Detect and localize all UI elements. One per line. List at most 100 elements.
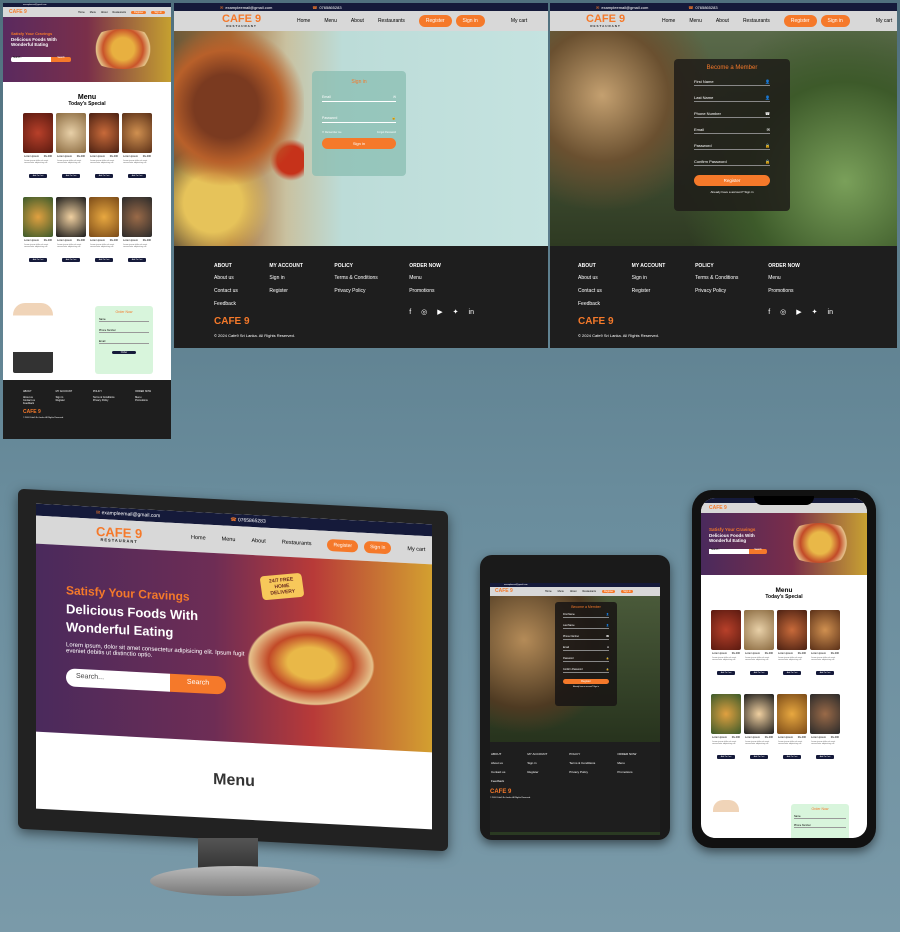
- footer-link[interactable]: Register: [269, 288, 303, 294]
- signin-button[interactable]: Sign in: [364, 540, 392, 555]
- youtube-icon[interactable]: ▶: [796, 308, 801, 316]
- add-to-cart-button[interactable]: Add To Cart: [128, 174, 146, 178]
- search-button[interactable]: Search: [51, 57, 71, 62]
- add-to-cart-button[interactable]: Add To Cart: [750, 671, 768, 675]
- nav-restaurants[interactable]: Restaurants: [743, 18, 770, 24]
- forgot-password-link[interactable]: Forgot Password: [377, 131, 396, 134]
- add-to-cart-button[interactable]: Add To Cart: [717, 755, 735, 759]
- order-button[interactable]: Order: [112, 351, 136, 354]
- password-field[interactable]: Password 🔒: [322, 116, 396, 123]
- logo[interactable]: CAFE 9 RESTAURANT: [586, 14, 625, 28]
- footer-link[interactable]: Contact us: [578, 288, 602, 294]
- nav-home[interactable]: Home: [191, 535, 206, 542]
- register-submit-button[interactable]: Register: [694, 175, 770, 186]
- logo[interactable]: CAFE 9: [9, 9, 27, 15]
- signin-button[interactable]: Sign in: [621, 590, 633, 593]
- register-field[interactable]: Confirm Password 🔒: [563, 668, 609, 673]
- footer-link[interactable]: Promotions: [409, 288, 484, 294]
- signin-submit-button[interactable]: Sign in: [322, 138, 396, 149]
- search-input[interactable]: Search...: [66, 668, 170, 692]
- footer-link[interactable]: About us: [214, 275, 238, 281]
- signin-button[interactable]: Sign in: [820, 15, 850, 27]
- nav-about[interactable]: About: [716, 18, 729, 24]
- linkedin-icon[interactable]: in: [828, 309, 833, 316]
- footer-link[interactable]: Feedback: [491, 779, 505, 783]
- add-to-cart-button[interactable]: Add To Cart: [816, 671, 834, 675]
- footer-link[interactable]: Sign in: [527, 761, 547, 765]
- email-field[interactable]: Email ✉: [322, 95, 396, 102]
- cart-link[interactable]: My cart: [407, 546, 425, 553]
- register-field[interactable]: Confirm Password 🔒: [694, 159, 770, 166]
- register-field[interactable]: First Name 👤: [563, 613, 609, 618]
- nav-home[interactable]: Home: [545, 590, 552, 593]
- footer-link[interactable]: Privacy Policy: [334, 288, 377, 294]
- instagram-icon[interactable]: ◎: [780, 308, 786, 316]
- nav-about[interactable]: About: [251, 538, 265, 545]
- nav-restaurants[interactable]: Restaurants: [378, 18, 405, 24]
- add-to-cart-button[interactable]: Add To Cart: [783, 755, 801, 759]
- footer-link[interactable]: Promotions: [135, 399, 151, 402]
- add-to-cart-button[interactable]: Add To Cart: [29, 174, 47, 178]
- register-button[interactable]: Register: [783, 15, 817, 27]
- register-field[interactable]: Last Name 👤: [563, 624, 609, 629]
- register-field[interactable]: First Name 👤: [694, 79, 770, 86]
- nav-restaurants[interactable]: Restaurants: [113, 11, 126, 14]
- add-to-cart-button[interactable]: Add To Cart: [816, 755, 834, 759]
- nav-about[interactable]: About: [351, 18, 364, 24]
- register-field[interactable]: Password 🔒: [694, 143, 770, 150]
- footer-link[interactable]: Menu: [617, 761, 636, 765]
- facebook-icon[interactable]: f: [409, 309, 411, 316]
- add-to-cart-button[interactable]: Add To Cart: [128, 258, 146, 262]
- search-button[interactable]: Search: [749, 549, 767, 554]
- search-input[interactable]: Search...: [709, 549, 749, 554]
- footer-link[interactable]: Contact us: [214, 288, 238, 294]
- order-phone-field[interactable]: Phone Number: [794, 824, 846, 828]
- nav-menu[interactable]: Menu: [689, 18, 702, 24]
- footer-link[interactable]: Feedback: [578, 301, 602, 307]
- logo[interactable]: CAFE 9 RESTAURANT: [222, 14, 261, 28]
- register-field[interactable]: Phone Number ☎: [694, 111, 770, 118]
- register-submit-button[interactable]: Register: [563, 679, 609, 684]
- footer-link[interactable]: Terms & Conditions: [569, 761, 595, 765]
- search-input[interactable]: Search...: [11, 57, 51, 62]
- nav-menu[interactable]: Menu: [324, 18, 337, 24]
- order-phone-field[interactable]: Phone Number: [99, 329, 149, 333]
- nav-restaurants[interactable]: Restaurants: [582, 590, 595, 593]
- footer-link[interactable]: Register: [632, 288, 666, 294]
- footer-link[interactable]: Privacy Policy: [93, 399, 115, 402]
- register-button[interactable]: Register: [131, 10, 147, 14]
- footer-link[interactable]: Feedback: [214, 301, 238, 307]
- footer-link[interactable]: Register: [56, 399, 73, 402]
- add-to-cart-button[interactable]: Add To Cart: [62, 258, 80, 262]
- order-email-field[interactable]: Email: [99, 340, 149, 344]
- youtube-icon[interactable]: ▶: [437, 308, 442, 316]
- remember-checkbox[interactable]: ☐ Remember me: [322, 131, 341, 134]
- signin-button[interactable]: Sign in: [455, 15, 485, 27]
- footer-link[interactable]: Contact us: [491, 770, 505, 774]
- register-button[interactable]: Register: [418, 15, 452, 27]
- register-button[interactable]: Register: [601, 590, 616, 593]
- order-name-field[interactable]: Name: [794, 815, 846, 819]
- register-field[interactable]: Email ✉: [563, 646, 609, 651]
- linkedin-icon[interactable]: in: [469, 309, 474, 316]
- signin-link[interactable]: Already have a account? Sign in: [563, 686, 609, 688]
- twitter-icon[interactable]: ✦: [812, 308, 818, 316]
- facebook-icon[interactable]: f: [768, 309, 770, 316]
- footer-link[interactable]: About us: [578, 275, 602, 281]
- add-to-cart-button[interactable]: Add To Cart: [62, 174, 80, 178]
- footer-link[interactable]: Promotions: [617, 770, 636, 774]
- add-to-cart-button[interactable]: Add To Cart: [29, 258, 47, 262]
- nav-menu[interactable]: Menu: [90, 11, 96, 14]
- register-field[interactable]: Password 🔒: [563, 657, 609, 662]
- logo[interactable]: CAFE 9: [709, 505, 727, 511]
- nav-about[interactable]: About: [570, 590, 577, 593]
- cart-link[interactable]: My cart: [876, 18, 892, 24]
- order-name-field[interactable]: Name: [99, 318, 149, 322]
- add-to-cart-button[interactable]: Add To Cart: [717, 671, 735, 675]
- footer-link[interactable]: About us: [491, 761, 505, 765]
- logo[interactable]: CAFE 9 RESTAURANT: [96, 523, 142, 543]
- register-field[interactable]: Last Name 👤: [694, 95, 770, 102]
- nav-menu[interactable]: Menu: [222, 536, 236, 543]
- nav-home[interactable]: Home: [78, 11, 85, 14]
- footer-link[interactable]: Sign in: [632, 275, 666, 281]
